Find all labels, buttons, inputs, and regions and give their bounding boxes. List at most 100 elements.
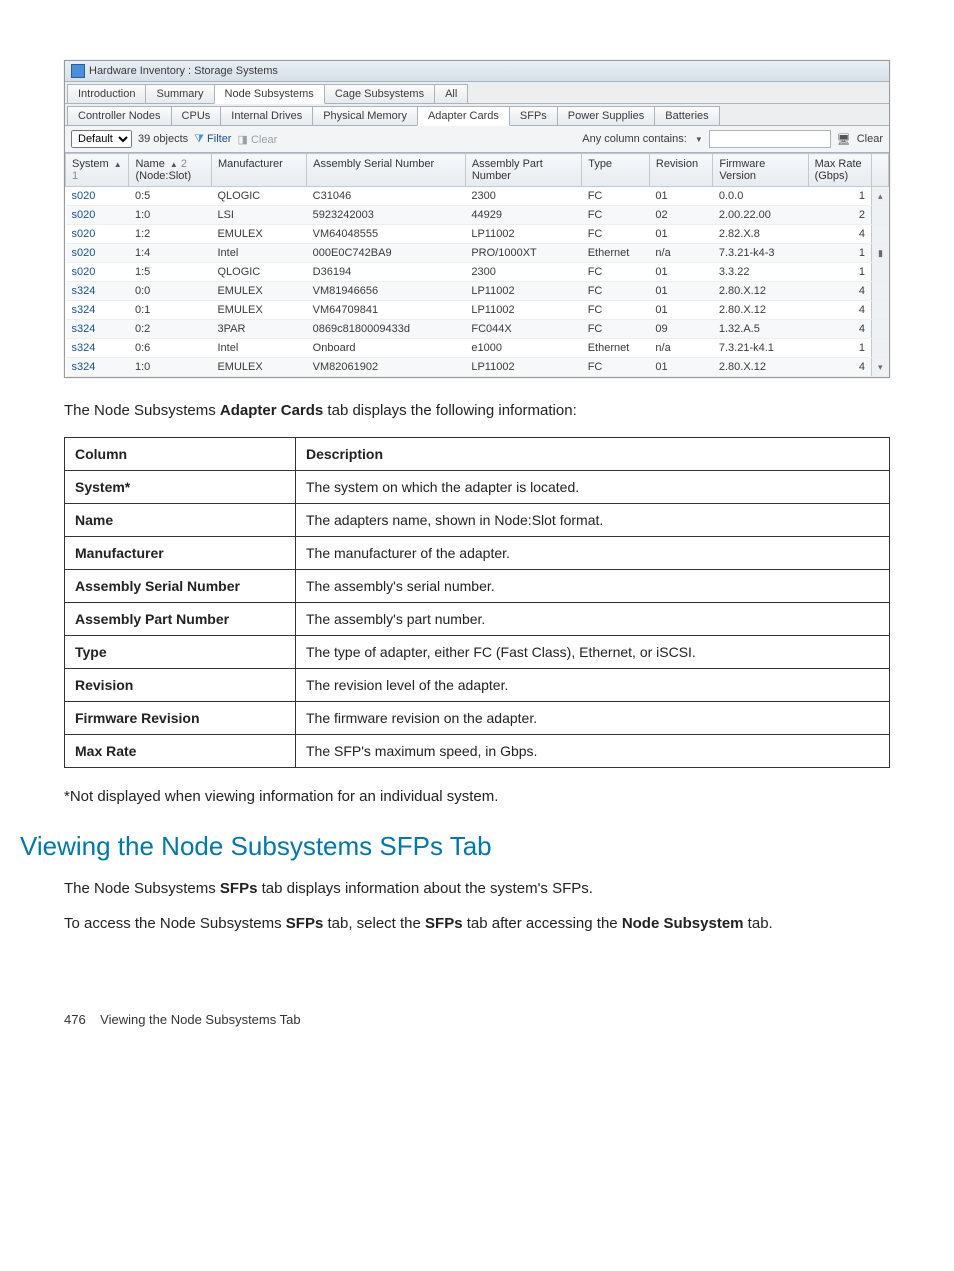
definition-term: Name [65,504,296,537]
definition-term: Firmware Revision [65,702,296,735]
col-name[interactable]: Name ▲ 2(Node:Slot) [129,154,212,187]
definition-row: TypeThe type of adapter, either FC (Fast… [65,636,890,669]
table-row[interactable]: s0201:0LSI592324200344929FC022.00.22.002 [66,206,889,225]
system-link[interactable]: s324 [72,342,96,354]
definition-desc: The assembly's serial number. [296,570,890,603]
export-icon[interactable]: 🖥 [837,133,851,146]
page-footer: 476 Viewing the Node Subsystems Tab [64,1012,890,1027]
col-assembly-serial-number[interactable]: Assembly Serial Number [307,154,466,187]
footer-title: Viewing the Node Subsystems Tab [100,1012,300,1027]
search-input[interactable] [709,130,831,148]
definition-term: System* [65,471,296,504]
main-tab-cage-subsystems[interactable]: Cage Subsystems [324,84,435,103]
definition-term: Revision [65,669,296,702]
scroll-thumb[interactable]: ▮ [872,244,889,263]
sub-tab-physical-memory[interactable]: Physical Memory [312,106,418,125]
system-link[interactable]: s324 [72,304,96,316]
chevron-down-icon[interactable]: ▼ [695,135,703,144]
table-row[interactable]: s3240:1EMULEXVM64709841LP11002FC012.80.X… [66,301,889,320]
definition-row: RevisionThe revision level of the adapte… [65,669,890,702]
definition-term: Type [65,636,296,669]
table-row[interactable]: s3240:23PAR0869c8180009433dFC044XFC091.3… [66,320,889,339]
grid-toolbar: Default 39 objects ⧩ Filter ◨ Clear Any … [65,126,889,153]
footnote: *Not displayed when viewing information … [64,788,890,805]
sfp-access-paragraph: To access the Node Subsystems SFPs tab, … [64,915,890,932]
sub-tab-internal-drives[interactable]: Internal Drives [220,106,313,125]
sub-tab-adapter-cards[interactable]: Adapter Cards [417,106,510,126]
scroll-track[interactable] [872,263,889,282]
scroll-track[interactable] [872,339,889,358]
definition-row: NameThe adapters name, shown in Node:Slo… [65,504,890,537]
main-tab-node-subsystems[interactable]: Node Subsystems [214,84,325,104]
view-select[interactable]: Default [71,130,132,148]
page-number: 476 [64,1012,86,1027]
definition-desc: The assembly's part number. [296,603,890,636]
sfp-intro-paragraph: The Node Subsystems SFPs tab displays in… [64,880,890,897]
scroll-track[interactable] [872,206,889,225]
definition-desc: The system on which the adapter is locat… [296,471,890,504]
filter-link[interactable]: ⧩ Filter [194,133,231,146]
sub-tab-sfps[interactable]: SFPs [509,106,558,125]
def-header-description: Description [296,438,890,471]
window-icon [71,64,85,78]
table-row[interactable]: s0200:5QLOGICC310462300FC010.0.01▴ [66,187,889,206]
system-link[interactable]: s020 [72,209,96,221]
col-system[interactable]: System ▲ 1 [66,154,129,187]
col-firmware-version[interactable]: Firmware Version [713,154,808,187]
main-tab-introduction[interactable]: Introduction [67,84,146,103]
scroll-down-button[interactable]: ▾ [872,358,889,377]
scroll-track[interactable] [872,301,889,320]
definition-desc: The type of adapter, either FC (Fast Cla… [296,636,890,669]
sub-tab-controller-nodes[interactable]: Controller Nodes [67,106,172,125]
main-tab-summary[interactable]: Summary [145,84,214,103]
main-tab-bar: IntroductionSummaryNode SubsystemsCage S… [65,82,889,104]
definition-desc: The manufacturer of the adapter. [296,537,890,570]
definition-row: Assembly Part NumberThe assembly's part … [65,603,890,636]
scroll-track[interactable] [872,225,889,244]
definition-term: Manufacturer [65,537,296,570]
table-row[interactable]: s0201:4Intel000E0C742BA9PRO/1000XTEthern… [66,244,889,263]
definition-row: ManufacturerThe manufacturer of the adap… [65,537,890,570]
definition-term: Assembly Part Number [65,603,296,636]
system-link[interactable]: s020 [72,228,96,240]
scroll-column [872,154,889,187]
any-column-label: Any column contains: [582,133,687,145]
system-link[interactable]: s020 [72,190,96,202]
col-type[interactable]: Type [582,154,650,187]
system-link[interactable]: s324 [72,285,96,297]
system-link[interactable]: s020 [72,266,96,278]
sub-tab-power-supplies[interactable]: Power Supplies [557,106,655,125]
table-row[interactable]: s0201:2EMULEXVM64048555LP11002FC012.82.X… [66,225,889,244]
scroll-track[interactable] [872,282,889,301]
section-heading: Viewing the Node Subsystems SFPs Tab [20,831,890,862]
definition-row: Assembly Serial NumberThe assembly's ser… [65,570,890,603]
col-max-rate-gbps-[interactable]: Max Rate (Gbps) [808,154,871,187]
definition-term: Max Rate [65,735,296,768]
scroll-track[interactable] [872,320,889,339]
scroll-up-button[interactable]: ▴ [872,187,889,206]
definition-term: Assembly Serial Number [65,570,296,603]
table-row[interactable]: s0201:5QLOGICD361942300FC013.3.221 [66,263,889,282]
definition-desc: The SFP's maximum speed, in Gbps. [296,735,890,768]
window-titlebar: Hardware Inventory : Storage Systems [65,61,889,82]
system-link[interactable]: s324 [72,323,96,335]
clear-filter-link[interactable]: ◨ Clear [237,133,277,146]
definition-desc: The firmware revision on the adapter. [296,702,890,735]
main-tab-all[interactable]: All [434,84,468,103]
system-link[interactable]: s020 [72,247,96,259]
definition-desc: The revision level of the adapter. [296,669,890,702]
sub-tab-cpus[interactable]: CPUs [171,106,222,125]
system-link[interactable]: s324 [72,361,96,373]
sub-tab-batteries[interactable]: Batteries [654,106,719,125]
sub-tab-bar: Controller NodesCPUsInternal DrivesPhysi… [65,104,889,126]
adapter-grid: System ▲ 1Name ▲ 2(Node:Slot)Manufacture… [65,153,889,377]
col-assembly-part-number[interactable]: Assembly Part Number [465,154,581,187]
col-revision[interactable]: Revision [649,154,712,187]
table-row[interactable]: s3240:6IntelOnboarde1000Ethernetn/a7.3.2… [66,339,889,358]
def-header-column: Column [65,438,296,471]
table-row[interactable]: s3241:0EMULEXVM82061902LP11002FC012.80.X… [66,358,889,377]
table-row[interactable]: s3240:0EMULEXVM81946656LP11002FC012.80.X… [66,282,889,301]
definition-row: Firmware RevisionThe firmware revision o… [65,702,890,735]
clear-search-link[interactable]: Clear [857,133,883,145]
col-manufacturer[interactable]: Manufacturer [211,154,306,187]
